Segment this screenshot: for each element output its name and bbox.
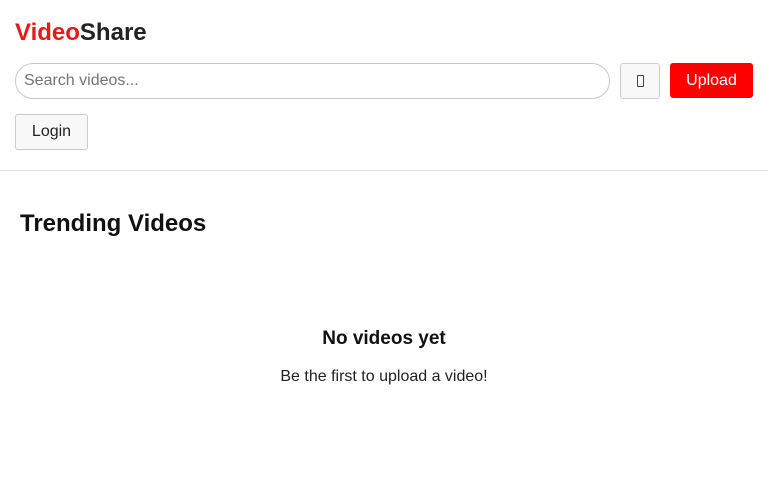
empty-state-title: No videos yet	[322, 328, 446, 349]
site-header: VideoShare Upload Login	[0, 0, 768, 171]
missing-glyph-icon	[636, 75, 644, 87]
section-title: Trending Videos	[20, 210, 207, 237]
site-logo[interactable]: VideoShare	[15, 19, 147, 47]
search-input[interactable]	[15, 63, 610, 99]
empty-state-message: Be the first to upload a video!	[280, 368, 488, 385]
upload-button[interactable]: Upload	[670, 63, 753, 98]
logo-share-text: Share	[79, 19, 147, 46]
login-button[interactable]: Login	[15, 114, 88, 150]
search-button[interactable]	[620, 63, 660, 99]
logo-video-text: Video	[15, 19, 80, 46]
main-content: Trending Videos No videos yet Be the fir…	[0, 171, 768, 479]
